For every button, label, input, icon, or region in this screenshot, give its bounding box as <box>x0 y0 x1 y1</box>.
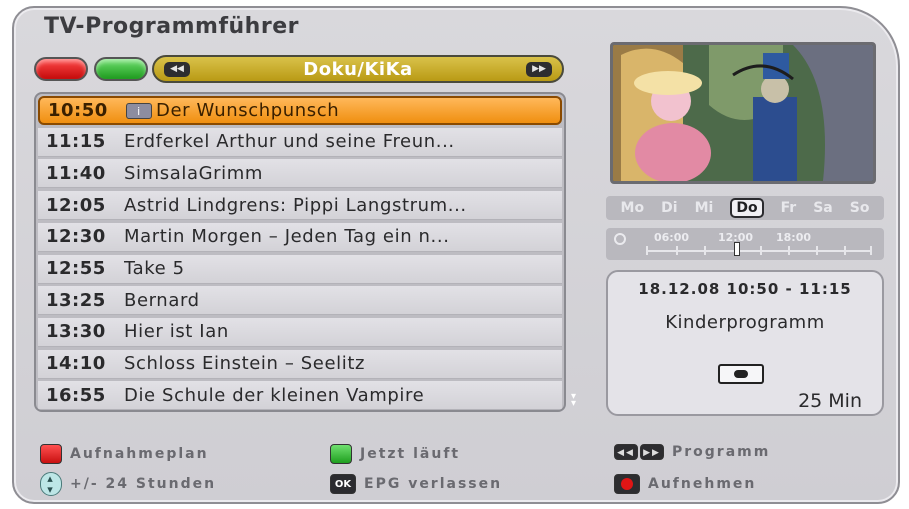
ok-key-icon: OK <box>330 474 356 494</box>
program-time: 12:55 <box>46 258 106 279</box>
timeline-axis <box>646 250 871 252</box>
timeline-tick <box>646 246 648 255</box>
red-key-icon <box>40 444 62 464</box>
program-row[interactable]: 12:05 Astrid Lindgrens: Pippi Langstrum..… <box>38 191 562 221</box>
program-time: 13:25 <box>46 289 106 311</box>
rewind-key-icon: ◀◀ <box>614 444 638 460</box>
page-title: TV-Programmführer <box>44 14 299 39</box>
green-button[interactable] <box>94 57 148 81</box>
program-time: 10:50 <box>48 100 108 121</box>
weekday-bar: Mo Di Mi Do Fr Sa So <box>606 196 884 220</box>
day-timeline: 06:00 12:00 18:00 <box>606 228 884 260</box>
legend-label: EPG verlassen <box>364 476 503 492</box>
legend-nav[interactable]: ◀◀ ▶▶ Programm <box>614 444 770 460</box>
program-row[interactable]: 16:55 Die Schule der kleinen Vampire <box>38 381 562 410</box>
legend-label: Aufnehmen <box>648 476 757 492</box>
program-title: Astrid Lindgrens: Pippi Langstrum... <box>124 194 467 216</box>
program-datetime: 18.12.08 10:50 - 11:15 <box>638 280 852 298</box>
timeline-tick <box>788 246 790 255</box>
program-title: Die Schule der kleinen Vampire <box>124 384 425 406</box>
legend-label: Aufnahmeplan <box>70 446 209 462</box>
timeline-tick <box>676 246 678 255</box>
legend-red[interactable]: Aufnahmeplan <box>40 444 209 464</box>
weekday-di[interactable]: Di <box>661 200 677 216</box>
program-row[interactable]: 11:40 SimsalaGrimm <box>38 159 562 189</box>
program-title: SimsalaGrimm <box>124 162 264 184</box>
program-list: 10:50 i Der Wunschpunsch 11:15 Erdferkel Art… <box>34 92 566 412</box>
timeline-tick <box>760 246 762 255</box>
timeline-tick <box>704 246 706 255</box>
fast-forward-icon[interactable]: ▶▶ <box>526 62 552 77</box>
legend-label: +/- 24 Stunden <box>70 476 217 492</box>
program-time: 12:30 <box>46 226 106 248</box>
updown-key-icon: ▴ ▾ <box>40 472 62 496</box>
clock-icon <box>614 233 626 245</box>
timeline-label: 06:00 <box>654 231 690 244</box>
legend-dpad[interactable]: ▴ ▾ +/- 24 Stunden <box>40 472 216 496</box>
program-row[interactable]: 13:30 Hier ist Ian <box>38 317 562 347</box>
program-time: 11:15 <box>46 131 106 153</box>
program-title: Erdferkel Arthur und seine Freun... <box>124 131 455 153</box>
program-row[interactable]: 12:55 Take 5 <box>38 254 562 284</box>
timeline-tick <box>870 246 872 255</box>
red-button[interactable] <box>34 57 88 81</box>
category-label: Doku/KiKa <box>303 58 413 80</box>
weekday-sa[interactable]: Sa <box>813 200 833 216</box>
weekday-fr[interactable]: Fr <box>781 200 797 216</box>
timeline-tick <box>816 246 818 255</box>
program-row[interactable]: 13:25 Bernard <box>38 286 562 316</box>
weekday-do[interactable]: Do <box>730 198 764 218</box>
program-duration: 25 Min <box>798 390 862 412</box>
scroll-down-icon[interactable]: ▾ ▾ <box>571 392 581 409</box>
program-row-selected[interactable]: 10:50 i Der Wunschpunsch <box>38 96 562 125</box>
program-title: Take 5 <box>124 258 185 279</box>
rewind-icon[interactable]: ◀◀ <box>164 62 190 77</box>
legend-green[interactable]: Jetzt läuft <box>330 444 460 464</box>
program-time: 13:30 <box>46 321 106 343</box>
program-time: 16:55 <box>46 384 106 406</box>
fast-forward-key-icon: ▶▶ <box>640 444 664 460</box>
timeline-tick <box>844 246 846 255</box>
record-key-icon <box>614 474 640 494</box>
program-time: 14:10 <box>46 353 106 375</box>
weekday-mo[interactable]: Mo <box>621 200 645 216</box>
program-time: 11:40 <box>46 162 106 184</box>
audio-format-icon <box>718 364 764 384</box>
green-key-icon <box>330 444 352 464</box>
legend-record[interactable]: Aufnehmen <box>614 474 756 494</box>
weekday-mi[interactable]: Mi <box>695 200 714 216</box>
program-category: Kinderprogramm <box>665 312 825 333</box>
program-title: Schloss Einstein – Seelitz <box>124 353 366 375</box>
live-preview <box>610 42 876 184</box>
program-info-box: 18.12.08 10:50 - 11:15 Kinderprogramm 25… <box>606 270 884 416</box>
info-icon: i <box>126 103 152 119</box>
program-row[interactable]: 11:15 Erdferkel Arthur und seine Freun... <box>38 127 562 157</box>
program-time: 12:05 <box>46 194 106 216</box>
program-row[interactable]: 14:10 Schloss Einstein – Seelitz <box>38 349 562 379</box>
program-title: Hier ist Ian <box>124 321 229 343</box>
timeline-label: 18:00 <box>776 231 812 244</box>
legend-ok[interactable]: OK EPG verlassen <box>330 474 502 494</box>
current-time-marker <box>734 242 740 256</box>
program-title: Martin Morgen – Jeden Tag ein n... <box>124 226 450 248</box>
program-title: Bernard <box>124 289 200 311</box>
legend-label: Programm <box>672 444 771 460</box>
program-row[interactable]: 12:30 Martin Morgen – Jeden Tag ein n... <box>38 222 562 252</box>
weekday-so[interactable]: So <box>850 200 870 216</box>
category-selector[interactable]: ◀◀ Doku/KiKa ▶▶ <box>152 55 564 83</box>
legend-label: Jetzt läuft <box>360 446 461 462</box>
program-title: Der Wunschpunsch <box>156 100 340 121</box>
